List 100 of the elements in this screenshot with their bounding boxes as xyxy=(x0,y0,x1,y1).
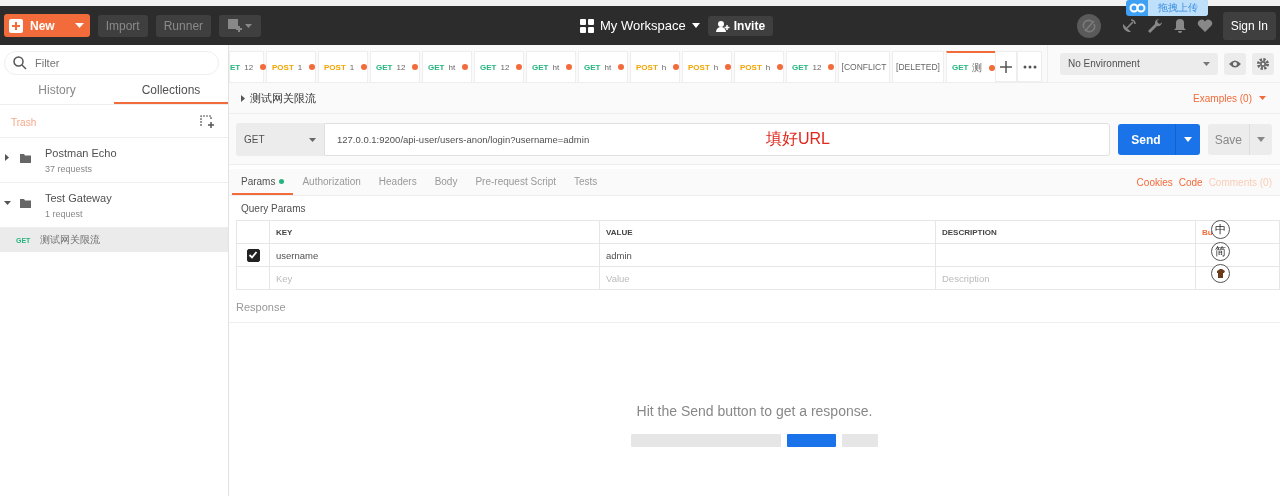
caret-icon xyxy=(1257,137,1265,142)
window-plus-icon xyxy=(227,18,254,33)
tab-title: ht xyxy=(448,62,456,72)
request-count: 37 requests xyxy=(45,164,94,174)
request-tab[interactable]: ET 12 xyxy=(229,51,264,82)
method-label: GET xyxy=(532,62,549,72)
satellite-icon xyxy=(1120,17,1137,34)
check-icon xyxy=(248,250,258,260)
settings-button[interactable] xyxy=(1252,52,1274,75)
annotation-text: 填好URL xyxy=(766,129,830,149)
invite-button[interactable]: Invite xyxy=(707,15,774,36)
sync-off-icon xyxy=(1076,13,1101,38)
heart-icon xyxy=(1196,18,1213,33)
add-window-button[interactable] xyxy=(219,14,262,37)
empty-state-text: Hit the Send button to get a response. xyxy=(636,403,873,419)
caret-icon xyxy=(1183,137,1192,142)
request-tab[interactable]: [CONFLICT xyxy=(838,51,890,82)
request-tab[interactable]: GET ht xyxy=(526,51,576,82)
filter-input[interactable]: Filter xyxy=(33,56,210,70)
tab-title: 12 xyxy=(812,62,822,72)
eye-button[interactable] xyxy=(1224,52,1246,75)
method-label: GET xyxy=(792,62,809,72)
request-name: 测试网关限流 xyxy=(40,233,101,247)
disabled-link: Comments (0) xyxy=(1208,176,1272,188)
method-label: POST xyxy=(688,62,710,72)
tab-title: h xyxy=(765,62,771,72)
send-button[interactable]: Send xyxy=(1118,124,1200,155)
method-label: GET xyxy=(376,62,393,72)
table-cell: admin xyxy=(599,243,936,267)
settings-icon xyxy=(1256,56,1270,71)
method-label: GET xyxy=(480,62,497,72)
caret-down-icon xyxy=(4,199,11,206)
tab-title: [DELETED] xyxy=(896,62,940,72)
upload-label: 拖拽上传 xyxy=(1148,0,1208,16)
plus-icon xyxy=(8,17,24,34)
request-count: 1 request xyxy=(45,209,84,219)
request-tab[interactable]: POST 1 xyxy=(318,51,368,82)
sign-in-button[interactable]: Sign In xyxy=(1222,11,1276,40)
tab-title: 测 xyxy=(972,60,983,75)
collection-row[interactable]: Postman Echo 37 requests xyxy=(0,138,228,183)
url-field[interactable]: 127.0.0.1:9200/api-user/users-anon/login?username=admin 填好URL xyxy=(324,123,1111,156)
request-tab[interactable]: GET 测 xyxy=(946,51,995,82)
method-label: ET xyxy=(230,62,241,72)
caret-right-icon xyxy=(241,94,245,102)
folder-icon xyxy=(20,198,31,208)
caret-icon xyxy=(74,23,84,28)
tab-title: 12 xyxy=(500,62,510,72)
request-tab[interactable]: POST h xyxy=(682,51,732,82)
request-tab[interactable]: POST h xyxy=(734,51,784,82)
caret-icon xyxy=(691,23,700,28)
tab-title: h xyxy=(661,62,667,72)
section-title: Response xyxy=(229,292,1280,323)
more-icon xyxy=(1022,64,1037,69)
request-tab[interactable]: GET ht xyxy=(578,51,628,82)
tab-title: 12 xyxy=(244,62,254,72)
search-icon xyxy=(13,56,27,70)
environment-select[interactable]: No Environment xyxy=(1060,52,1218,75)
tab-title: ht xyxy=(552,62,560,72)
method-label: POST xyxy=(324,62,346,72)
request-tab[interactable]: POST h xyxy=(630,51,680,82)
tab-title: ht xyxy=(604,62,612,72)
caret-right-icon xyxy=(4,154,11,161)
method-label: POST xyxy=(272,62,294,72)
caret-icon xyxy=(309,137,316,142)
method-label: POST xyxy=(740,62,762,72)
request-tab[interactable]: GET ht xyxy=(422,51,472,82)
column-header: VALUE xyxy=(599,220,936,244)
method-select[interactable]: GET xyxy=(236,123,324,156)
caret-icon xyxy=(1203,61,1210,66)
sidebar-tab[interactable]: History xyxy=(0,78,114,104)
checkbox[interactable] xyxy=(246,248,260,262)
caret-icon xyxy=(1259,96,1266,100)
section-title: Query Params xyxy=(240,202,307,216)
request-tab[interactable]: GET 12 xyxy=(370,51,420,82)
method-label: POST xyxy=(636,62,658,72)
method-label: GET xyxy=(584,62,601,72)
tab-title: [CONFLICT xyxy=(841,62,887,72)
method-label: GET xyxy=(952,63,969,72)
add-user-icon xyxy=(715,19,730,32)
bell-icon xyxy=(1172,17,1187,34)
workspace-menu[interactable]: My Workspace xyxy=(580,18,700,33)
new-tab-button[interactable] xyxy=(995,51,1017,82)
collection-name: Test Gateway xyxy=(45,192,112,204)
request-title: 测试网关限流 xyxy=(250,90,316,106)
grid-icon xyxy=(580,18,594,33)
request-tab[interactable]: GET 12 xyxy=(786,51,836,82)
method-label: GET xyxy=(428,62,445,72)
tab-title: 1 xyxy=(297,62,303,72)
column-header: DESCRIPTION xyxy=(935,220,1196,244)
tab-title: 12 xyxy=(396,62,406,72)
collection-name: Postman Echo xyxy=(45,147,117,159)
new-collection-icon xyxy=(200,115,214,129)
request-tab[interactable]: Params xyxy=(232,169,294,195)
request-tab[interactable]: GET 12 xyxy=(474,51,524,82)
wrench-icon xyxy=(1146,17,1163,34)
request-tab[interactable]: [DELETED] xyxy=(892,51,944,82)
tab-title: h xyxy=(713,62,719,72)
column-header: KEY xyxy=(269,220,600,244)
request-tab[interactable]: POST 1 xyxy=(266,51,316,82)
folder-icon xyxy=(20,153,31,163)
